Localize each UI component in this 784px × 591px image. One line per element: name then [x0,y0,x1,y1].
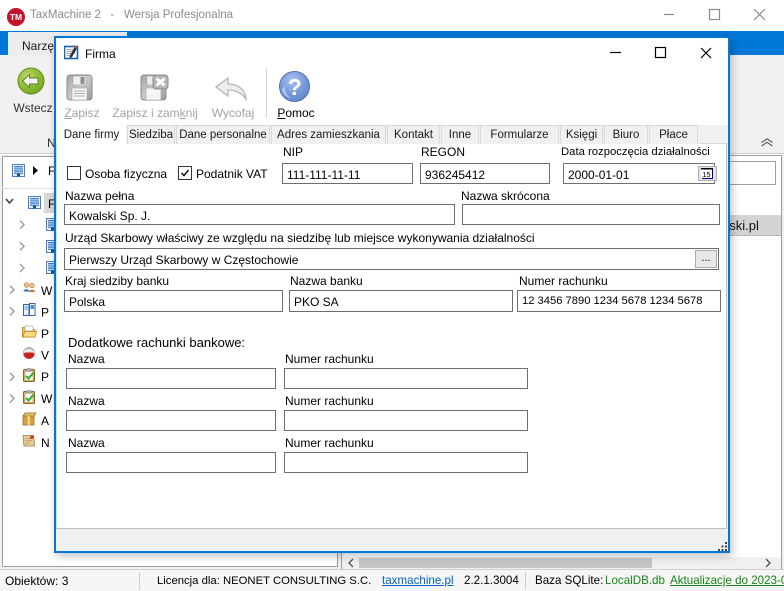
svg-text:P: P [41,306,49,320]
svg-text:V: V [41,349,49,363]
svg-text:P: P [41,327,49,341]
svg-text:A: A [41,414,49,428]
svg-text:15: 15 [702,170,710,179]
svg-text:W: W [41,392,53,406]
svg-text:N: N [41,436,50,450]
svg-text:P: P [41,370,49,384]
svg-text:W: W [41,284,53,298]
svg-text:?: ? [288,74,302,100]
